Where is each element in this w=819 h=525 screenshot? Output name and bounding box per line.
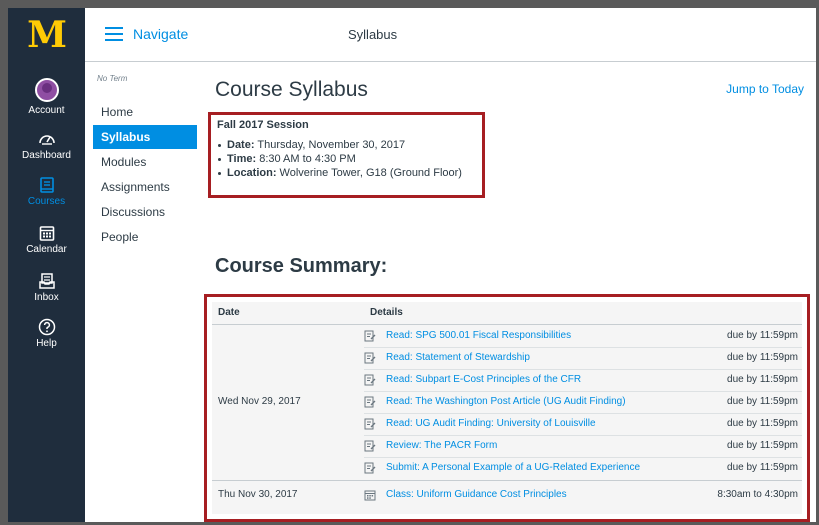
- global-nav-calendar[interactable]: Calendar: [8, 224, 85, 255]
- calendar-icon: [39, 226, 54, 241]
- course-nav-assignments[interactable]: Assignments: [97, 175, 195, 199]
- global-nav-label: Dashboard: [22, 150, 71, 161]
- table-row: Class: Uniform Guidance Cost Principles 8…: [364, 484, 798, 506]
- table-row: Submit: A Personal Example of a UG-Relat…: [364, 457, 798, 479]
- date-cell: Thu Nov 30, 2017: [218, 489, 298, 500]
- dashboard-icon: [38, 135, 55, 145]
- event-due: due by 11:59pm: [727, 330, 798, 341]
- event-link[interactable]: Read: Subpart E-Cost Principles of the C…: [386, 369, 581, 391]
- global-nav-account[interactable]: Account: [8, 78, 85, 116]
- session-heading: Fall 2017 Session: [217, 119, 309, 131]
- event-due: due by 11:59pm: [727, 374, 798, 385]
- assignment-icon: [364, 374, 376, 386]
- event-due: due by 11:59pm: [727, 440, 798, 451]
- global-nav-label: Help: [36, 338, 57, 349]
- table-row: Read: UG Audit Finding: University of Lo…: [364, 413, 798, 435]
- session-time: Time: 8:30 AM to 4:30 PM: [217, 152, 476, 166]
- global-nav-courses[interactable]: Courses: [8, 176, 85, 207]
- calendar-event-icon: [364, 490, 376, 501]
- global-nav-label: Account: [28, 105, 65, 116]
- assignment-icon: [364, 330, 376, 342]
- table-row: Read: SPG 500.01 Fiscal Responsibilities…: [364, 325, 798, 347]
- session-info-box: Fall 2017 Session Date: Thursday, Novemb…: [208, 112, 485, 198]
- course-header: Navigate Syllabus: [85, 8, 816, 62]
- event-link[interactable]: Class: Uniform Guidance Cost Principles: [386, 484, 567, 506]
- event-link[interactable]: Read: UG Audit Finding: University of Lo…: [386, 413, 596, 435]
- global-nav-inbox[interactable]: Inbox: [8, 272, 85, 303]
- jump-to-today-link[interactable]: Jump to Today: [726, 82, 804, 96]
- assignment-icon: [364, 352, 376, 364]
- event-link[interactable]: Submit: A Personal Example of a UG-Relat…: [386, 457, 640, 479]
- course-nav-discussions[interactable]: Discussions: [97, 200, 195, 224]
- event-due: due by 11:59pm: [727, 396, 798, 407]
- global-nav-dashboard[interactable]: Dashboard: [8, 130, 85, 161]
- assignment-icon: [364, 396, 376, 408]
- table-row: Read: The Washington Post Article (UG Au…: [364, 391, 798, 413]
- course-nav-people[interactable]: People: [97, 225, 195, 249]
- table-row: Review: The PACR Form due by 11:59pm: [364, 435, 798, 457]
- global-nav-help[interactable]: Help: [8, 318, 85, 349]
- date-cell: Wed Nov 29, 2017: [218, 396, 301, 407]
- event-due: due by 11:59pm: [727, 352, 798, 363]
- global-nav-label: Courses: [27, 196, 66, 207]
- university-logo[interactable]: M: [8, 8, 85, 62]
- session-date: Date: Thursday, November 30, 2017: [217, 138, 476, 152]
- canvas-page: M Account Dashboard Courses Calendar Inb…: [8, 8, 816, 522]
- event-due: 8:30am to 4:30pm: [717, 489, 798, 500]
- course-summary-heading: Course Summary:: [215, 255, 388, 277]
- breadcrumb: Syllabus: [348, 27, 398, 42]
- term-label: No Term: [97, 74, 128, 83]
- course-nav-syllabus[interactable]: Syllabus: [93, 125, 197, 149]
- assignment-icon: [364, 418, 376, 430]
- inbox-icon: [38, 273, 55, 289]
- event-due: due by 11:59pm: [727, 418, 798, 429]
- course-nav-modules[interactable]: Modules: [97, 150, 195, 174]
- assignment-icon: [364, 462, 376, 474]
- course-summary-box: Date Details Read: SPG 500.01 Fiscal Res…: [204, 294, 810, 522]
- navigate-link[interactable]: Navigate: [133, 26, 188, 42]
- help-icon: [38, 318, 55, 336]
- session-details: Date: Thursday, November 30, 2017 Time: …: [217, 138, 476, 180]
- assignment-icon: [364, 440, 376, 452]
- event-link[interactable]: Read: The Washington Post Article (UG Au…: [386, 391, 626, 413]
- page-title: Course Syllabus: [215, 78, 368, 101]
- session-location: Location: Wolverine Tower, G18 (Ground F…: [217, 166, 476, 180]
- event-link[interactable]: Read: Statement of Stewardship: [386, 347, 530, 369]
- column-header-details: Details: [370, 307, 403, 318]
- table-row: Read: Statement of Stewardship due by 11:…: [364, 347, 798, 369]
- avatar: [34, 78, 59, 102]
- global-nav: M Account Dashboard Courses Calendar Inb…: [8, 8, 85, 522]
- global-nav-label: Inbox: [34, 292, 59, 303]
- event-link[interactable]: Read: SPG 500.01 Fiscal Responsibilities: [386, 325, 571, 347]
- courses-icon: [39, 177, 54, 193]
- course-summary-table: Date Details Read: SPG 500.01 Fiscal Res…: [212, 302, 802, 514]
- table-row: Read: Subpart E-Cost Principles of the C…: [364, 369, 798, 391]
- group-divider: [212, 480, 802, 481]
- column-header-date: Date: [218, 307, 240, 318]
- hamburger-menu-icon[interactable]: [105, 27, 123, 41]
- global-nav-label: Calendar: [26, 244, 67, 255]
- course-nav-home[interactable]: Home: [97, 100, 195, 124]
- event-due: due by 11:59pm: [727, 462, 798, 473]
- event-link[interactable]: Review: The PACR Form: [386, 435, 497, 457]
